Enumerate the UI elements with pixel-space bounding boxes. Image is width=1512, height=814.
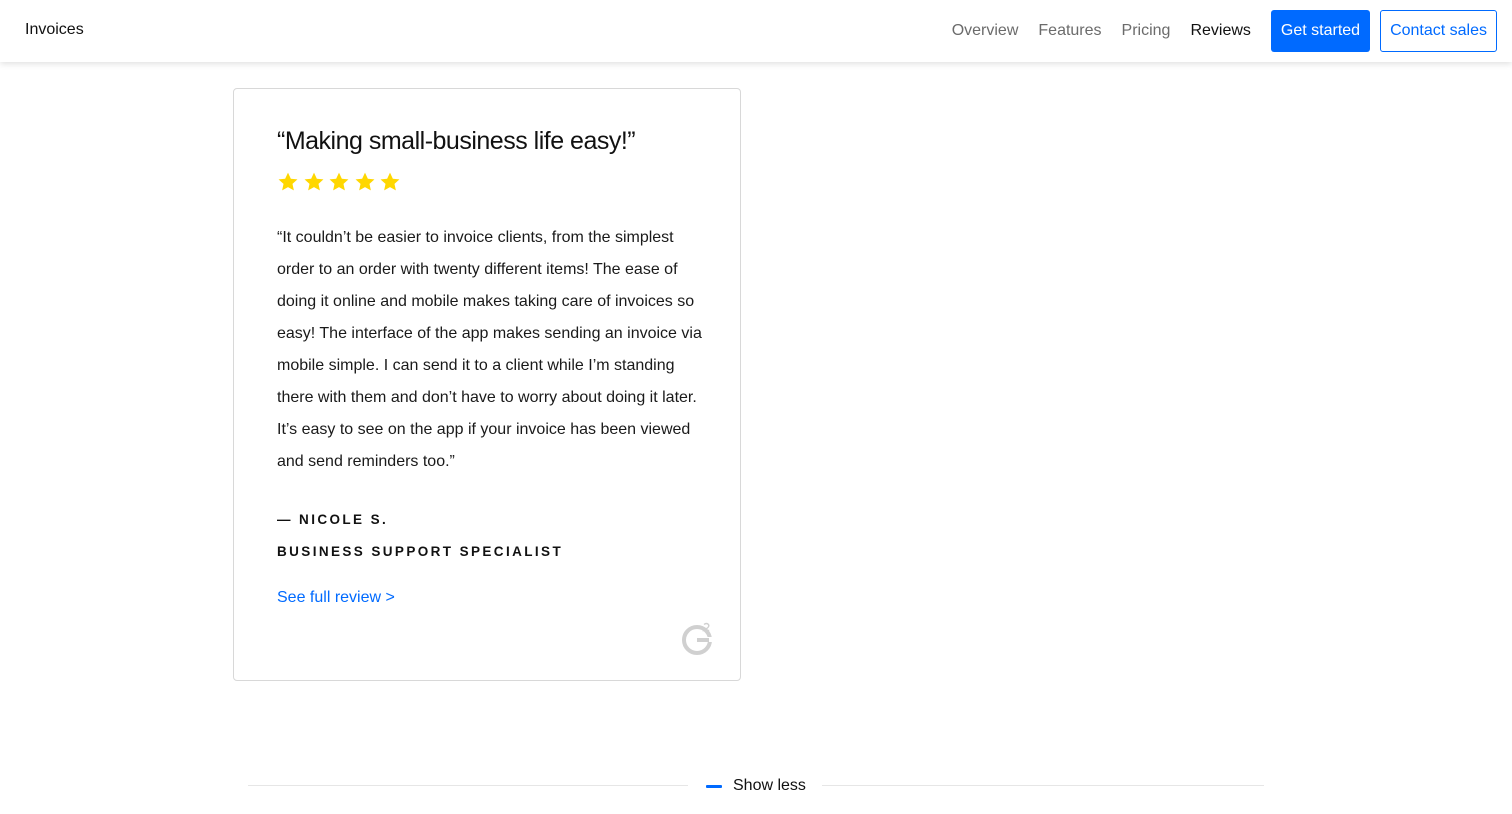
- show-less-label: Show less: [733, 777, 806, 794]
- review-author-role: BUSINESS SUPPORT SPECIALIST: [277, 544, 564, 559]
- minus-icon: [706, 784, 722, 788]
- nav-link-pricing[interactable]: Pricing: [1122, 22, 1171, 40]
- g2-logo-icon: [682, 622, 712, 655]
- star-icon: [329, 172, 349, 191]
- contact-sales-button[interactable]: Contact sales: [1380, 10, 1497, 52]
- nav-link-reviews[interactable]: Reviews: [1190, 22, 1250, 40]
- brand-title[interactable]: Invoices: [25, 21, 84, 39]
- top-navigation-bar: Invoices Overview Features Pricing Revie…: [0, 0, 1512, 62]
- review-author: — NICOLE S.: [277, 512, 389, 527]
- show-less-button[interactable]: Show less: [706, 774, 806, 798]
- star-icon: [355, 172, 374, 191]
- star-icon: [304, 172, 323, 191]
- get-started-button[interactable]: Get started: [1270, 10, 1371, 52]
- star-rating: [277, 171, 405, 193]
- review-card: “Making small-business life easy!” “It c…: [233, 88, 741, 681]
- star-icon: [380, 172, 400, 191]
- see-full-review-link[interactable]: See full review >: [277, 589, 395, 607]
- review-title: “Making small-business life easy!”: [277, 127, 636, 155]
- star-icon: [278, 172, 298, 191]
- divider-right: [822, 785, 1264, 786]
- divider-left: [248, 785, 688, 786]
- review-body: “It couldn’t be easier to invoice client…: [277, 229, 702, 470]
- nav-link-features[interactable]: Features: [1038, 22, 1101, 40]
- nav-link-overview[interactable]: Overview: [952, 22, 1019, 40]
- nav-menu: Overview Features Pricing Reviews Get st…: [952, 10, 1497, 52]
